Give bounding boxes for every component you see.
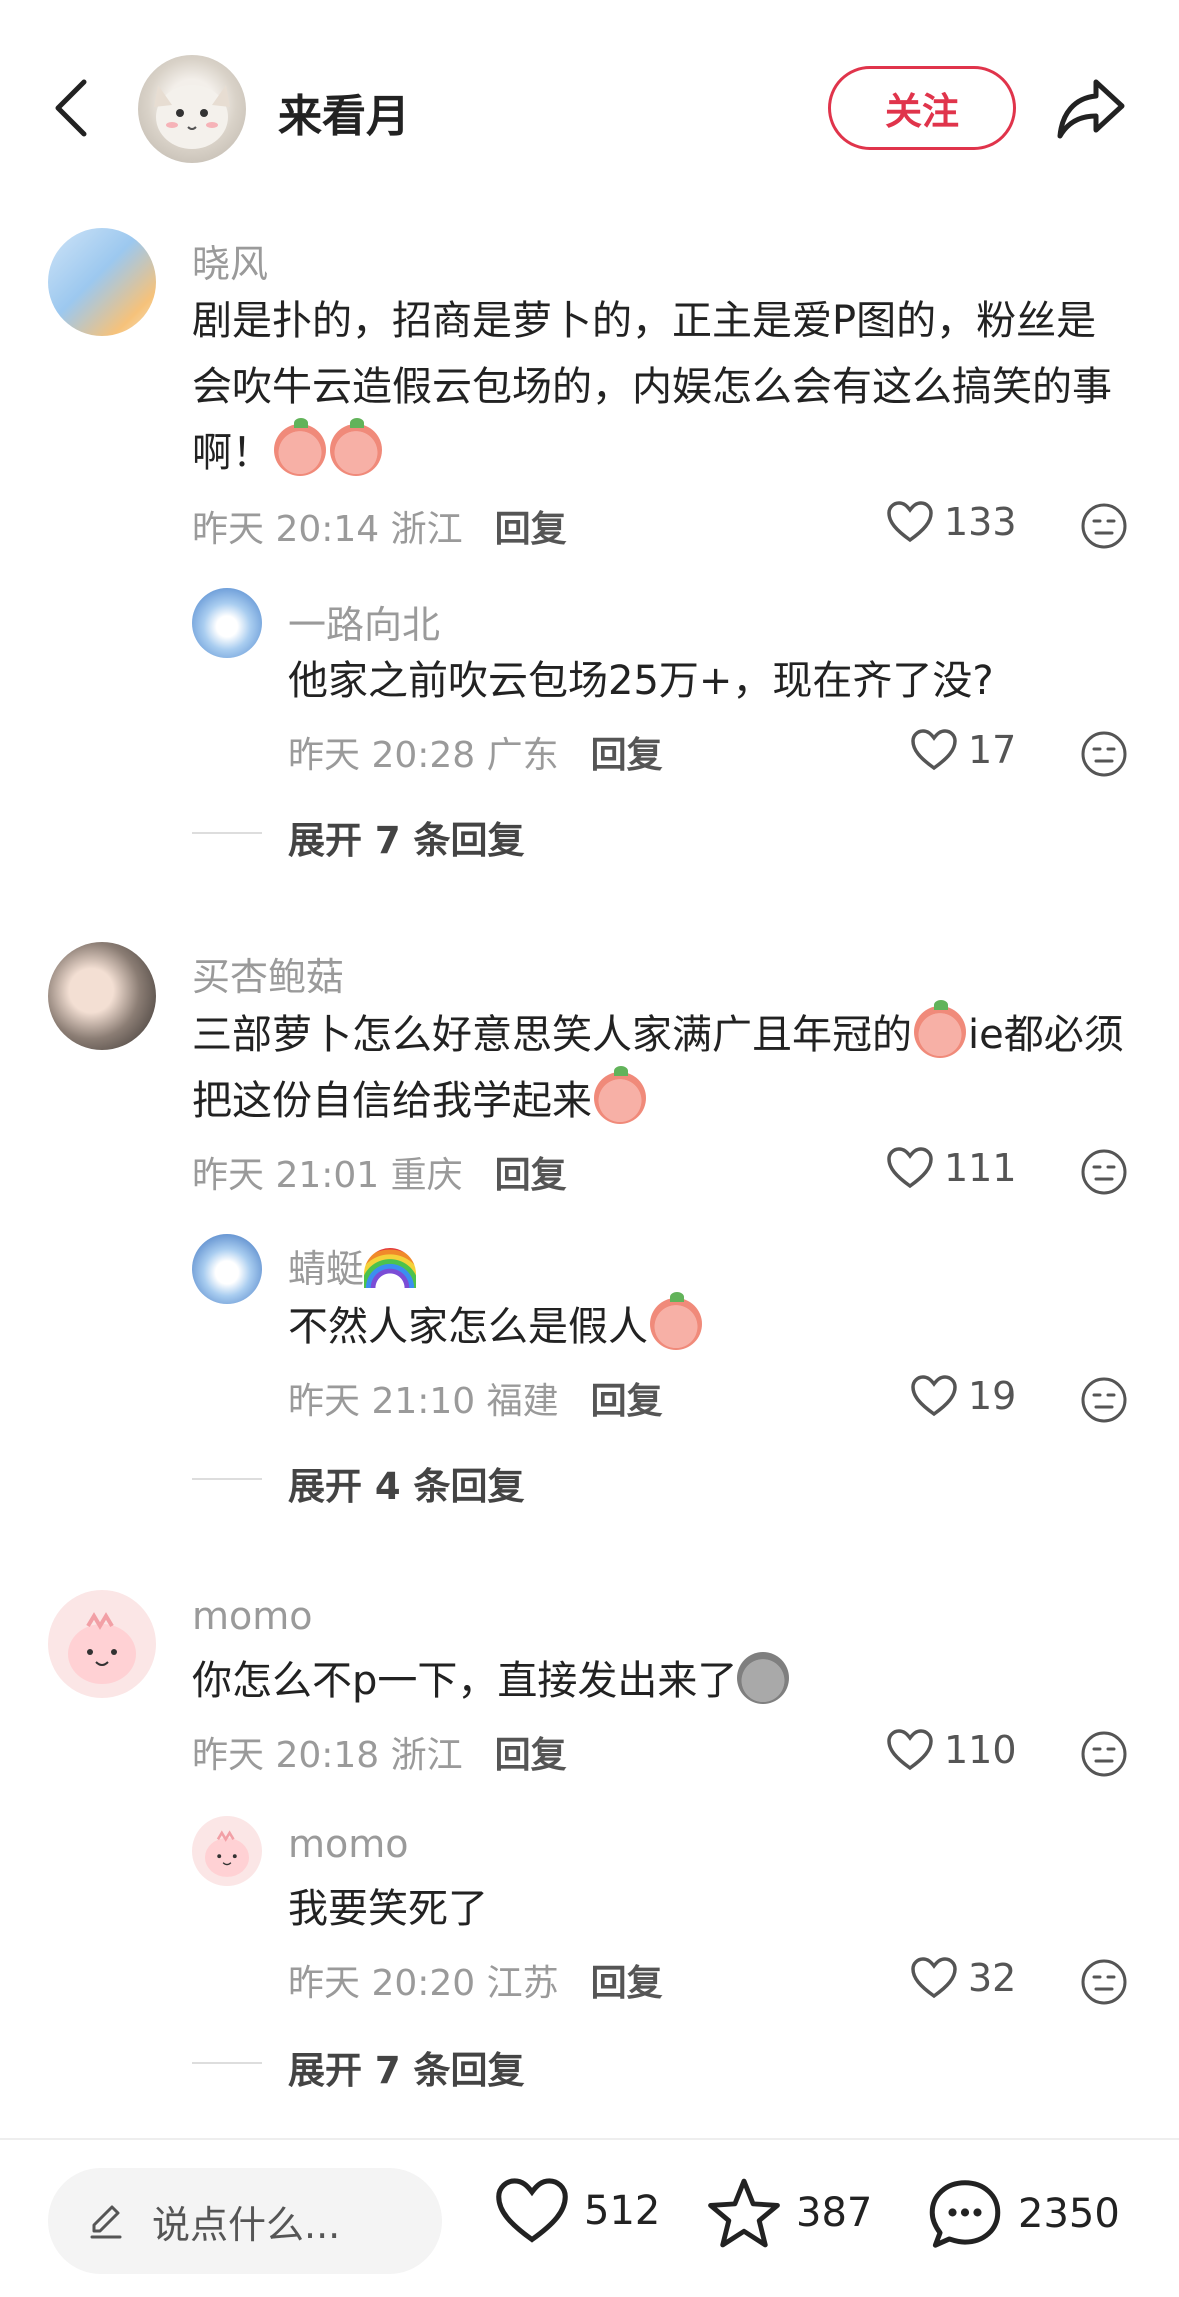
- reply-text: 他家之前吹云包场25万+，现在齐了没?: [288, 658, 994, 704]
- bottom-bar: 说点什么... 512 387 2350: [0, 2138, 1179, 2297]
- pencil-icon: [90, 2205, 122, 2239]
- expand-replies-button[interactable]: 展开 4 条回复: [288, 1456, 525, 1510]
- like-button[interactable]: 17: [910, 728, 1016, 772]
- comment-count-button[interactable]: 2350: [926, 2176, 1120, 2252]
- reply-button[interactable]: 回复: [495, 509, 567, 550]
- author-name[interactable]: 来看月: [278, 80, 410, 144]
- reply-username[interactable]: 一路向北: [288, 594, 440, 649]
- crying-emoji-icon: [330, 418, 382, 476]
- author-avatar[interactable]: [138, 55, 246, 163]
- emoji-react-icon[interactable]: [1080, 1958, 1128, 2006]
- like-button[interactable]: 19: [910, 1374, 1016, 1418]
- comment-input-placeholder: 说点什么...: [152, 2202, 341, 2247]
- heart-icon: [887, 501, 933, 543]
- reply-text: 不然人家怎么是假人: [288, 1292, 1148, 1360]
- crying-emoji-icon: [650, 1292, 702, 1350]
- reply-meta: 昨天 21:10 福建 回复: [288, 1381, 663, 1422]
- heart-icon: [911, 729, 957, 771]
- avatar[interactable]: [192, 1234, 262, 1304]
- emoji-react-icon[interactable]: [1080, 1148, 1128, 1196]
- divider: [192, 2062, 262, 2064]
- comment-username[interactable]: momo: [192, 1594, 313, 1638]
- heart-icon: [887, 1729, 933, 1771]
- reply-button[interactable]: 回复: [591, 1381, 663, 1422]
- reply-username[interactable]: momo: [288, 1822, 409, 1866]
- like-button[interactable]: 133: [886, 500, 1017, 544]
- reply-button[interactable]: 回复: [591, 735, 663, 776]
- divider: [192, 1478, 262, 1480]
- reply-text: 我要笑死了: [288, 1886, 488, 1932]
- expand-replies-button[interactable]: 展开 7 条回复: [288, 810, 525, 864]
- comment-text: 你怎么不p一下，直接发出来了: [192, 1648, 1132, 1714]
- rainbow-icon: [364, 1248, 417, 1288]
- chat-bubble-icon: [929, 2180, 1001, 2248]
- like-post-button[interactable]: 512: [494, 2176, 660, 2246]
- reply-button[interactable]: 回复: [591, 1963, 663, 2004]
- avatar[interactable]: [192, 588, 262, 658]
- comment-meta: 昨天 20:14 浙江 回复: [192, 509, 567, 550]
- like-button[interactable]: 32: [910, 1956, 1016, 2000]
- reply-meta: 昨天 20:20 江苏 回复: [288, 1963, 663, 2004]
- heart-icon: [911, 1957, 957, 1999]
- reply-username[interactable]: 蜻蜓: [288, 1238, 417, 1293]
- divider: [192, 832, 262, 834]
- heart-icon: [496, 2178, 568, 2243]
- avatar[interactable]: [48, 1590, 156, 1698]
- avatar[interactable]: [48, 942, 156, 1050]
- crying-emoji-icon: [914, 1000, 966, 1058]
- chevron-left-icon[interactable]: [52, 78, 92, 138]
- comment-username[interactable]: 买杏鲍菇: [192, 946, 344, 1001]
- star-icon: [708, 2178, 780, 2248]
- grey-emoji-icon: [737, 1652, 790, 1704]
- comment-text: 三部萝卜怎么好意思笑人家满广且年冠的 ie都必须把这份自信给我学起来: [192, 1000, 1132, 1134]
- reply-button[interactable]: 回复: [495, 1155, 567, 1196]
- comment-input[interactable]: 说点什么...: [48, 2168, 442, 2274]
- reply-button[interactable]: 回复: [495, 1735, 567, 1776]
- emoji-react-icon[interactable]: [1080, 1376, 1128, 1424]
- expand-replies-button[interactable]: 展开 7 条回复: [288, 2040, 525, 2094]
- follow-button[interactable]: 关注: [828, 66, 1016, 150]
- like-button[interactable]: 111: [886, 1146, 1017, 1190]
- avatar[interactable]: [48, 228, 156, 336]
- comment-text: 剧是扑的，招商是萝卜的，正主是爱P图的，粉丝是会吹牛云造假云包场的，内娱怎么会有…: [192, 298, 1112, 476]
- comment-meta: 昨天 20:18 浙江 回复: [192, 1735, 567, 1776]
- reply-meta: 昨天 20:28 广东 回复: [288, 735, 663, 776]
- share-icon[interactable]: [1056, 76, 1126, 140]
- crying-emoji-icon: [594, 1066, 646, 1124]
- emoji-react-icon[interactable]: [1080, 502, 1128, 550]
- star-post-button[interactable]: 387: [706, 2176, 872, 2250]
- avatar[interactable]: [192, 1816, 262, 1886]
- comment-username[interactable]: 晓风: [192, 233, 268, 288]
- crying-emoji-icon: [274, 418, 326, 476]
- heart-icon: [911, 1375, 957, 1417]
- comment-meta: 昨天 21:01 重庆 回复: [192, 1155, 567, 1196]
- emoji-react-icon[interactable]: [1080, 730, 1128, 778]
- heart-icon: [887, 1147, 933, 1189]
- emoji-react-icon[interactable]: [1080, 1730, 1128, 1778]
- like-button[interactable]: 110: [886, 1728, 1017, 1772]
- top-bar: 来看月 关注: [0, 0, 1179, 200]
